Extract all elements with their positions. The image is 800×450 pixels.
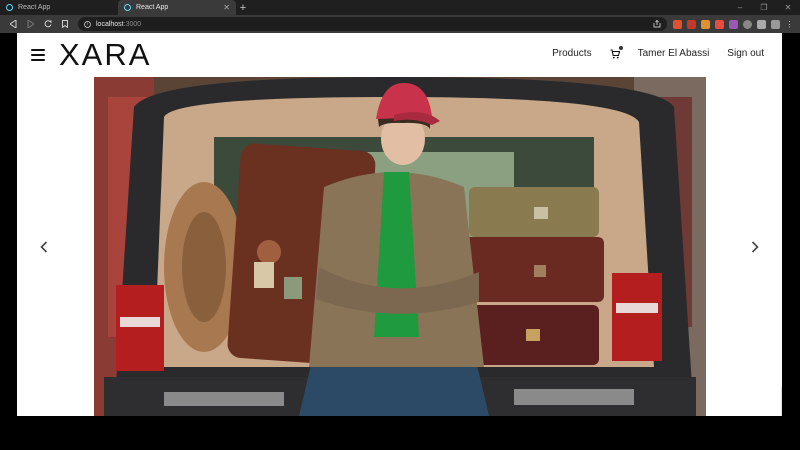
extensions-area: ⋮ [673,19,794,29]
puzzle-extensions-icon[interactable] [757,19,766,29]
hamburger-menu-icon[interactable] [31,49,45,61]
back-button[interactable] [6,17,21,32]
share-icon[interactable] [653,20,661,28]
brand-logo[interactable]: XARA [59,37,151,73]
rewards-icon[interactable] [687,19,696,29]
chevron-right-icon [751,241,759,253]
close-window-button[interactable]: ✕ [776,3,800,12]
maximize-button[interactable]: ❐ [752,3,776,12]
hero-carousel [17,77,782,416]
forward-arrow-icon [27,20,34,28]
minimize-button[interactable]: – [728,3,752,12]
address-bar-actions [653,20,661,28]
tab-title: React App [18,4,51,11]
bookmark-icon [61,20,68,28]
reload-button[interactable] [40,17,55,32]
extension-icon[interactable] [729,19,738,29]
react-favicon-icon [124,4,131,11]
react-favicon-icon [6,4,13,11]
url-host: localhost [96,20,124,28]
nav-products-link[interactable]: Products [552,48,591,59]
app-header: XARA Products Tamer El Abassi Sign out [17,33,782,77]
nav-signout-link[interactable]: Sign out [727,48,764,59]
browser-tab-bar: React App React App ✕ + – ❐ ✕ [0,0,800,15]
wallet-icon[interactable] [771,19,780,29]
chevron-left-icon [40,241,48,253]
extension-icon[interactable] [701,19,710,29]
site-info-icon[interactable]: i [84,20,91,28]
tab-title: React App [136,4,169,11]
bookmark-button[interactable] [57,17,72,32]
back-arrow-icon [10,20,17,28]
page-viewport: XARA Products Tamer El Abassi Sign out [17,33,782,416]
menu-kebab-icon[interactable]: ⋮ [785,20,794,29]
cart-badge [618,45,623,50]
settings-gear-icon[interactable] [743,19,752,29]
window-controls: – ❐ ✕ [728,0,800,15]
url-port: :3000 [123,20,142,28]
browser-toolbar: i localhost:3000 ⋮ [0,15,800,33]
cart-glyph [610,48,620,58]
browser-tab-2[interactable]: React App ✕ [118,0,236,15]
new-tab-button[interactable]: + [236,0,250,15]
carousel-slide-image[interactable] [94,77,706,416]
brave-shield-icon[interactable] [673,19,682,29]
address-bar[interactable]: i localhost:3000 [78,17,667,31]
carousel-prev-button[interactable] [37,239,51,255]
forward-button[interactable] [23,17,38,32]
browser-tab-1[interactable]: React App [0,0,118,15]
nav-user-link[interactable]: Tamer El Abassi [638,48,710,59]
reload-icon [44,20,51,28]
shopping-cart-icon[interactable] [610,45,623,59]
header-nav: Products Tamer El Abassi Sign out [534,45,764,59]
page-scrollbar[interactable] [781,387,782,416]
hero-photo-illustration [94,77,706,416]
carousel-next-button[interactable] [748,239,762,255]
extension-icon[interactable] [715,19,724,29]
tab-close-icon[interactable]: ✕ [223,3,230,12]
